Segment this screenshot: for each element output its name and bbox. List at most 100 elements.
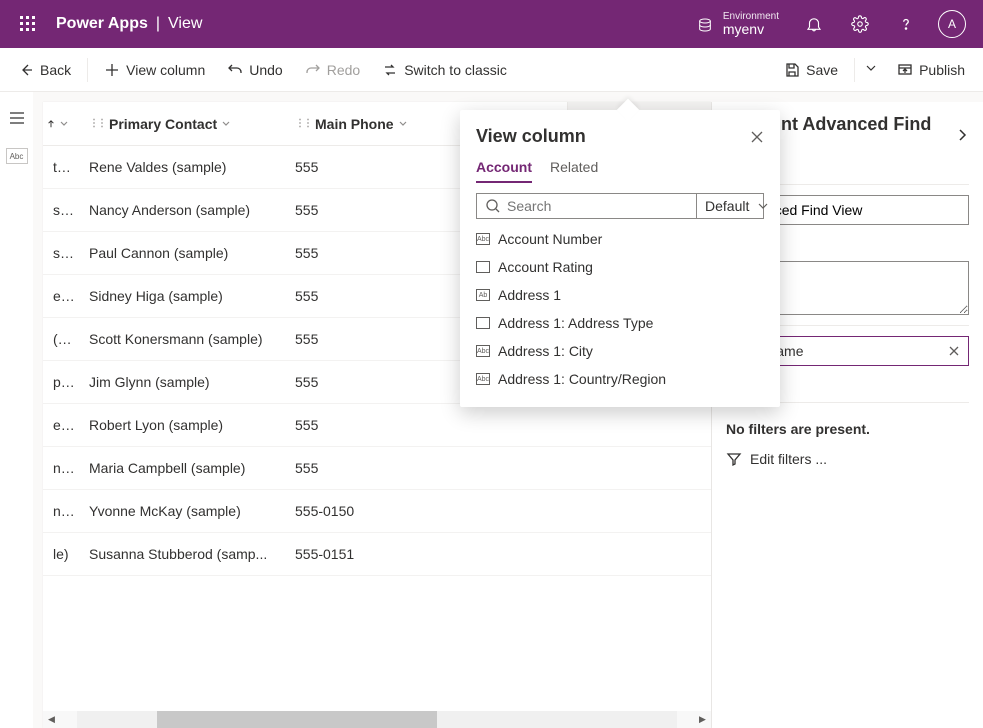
column-option[interactable]: AbcAddress 1: Country/Region xyxy=(476,365,764,393)
column-option[interactable]: Abc Address 1: City xyxy=(476,337,764,365)
scroll-thumb[interactable] xyxy=(157,711,437,728)
help-button[interactable] xyxy=(883,0,929,48)
datatype-icon: Abc xyxy=(476,345,490,357)
switch-classic-label: Switch to classic xyxy=(404,62,507,78)
table-row[interactable]: euticals (sample)Robert Lyon (sample)555 xyxy=(43,404,711,447)
environment-picker[interactable]: Environment myenv xyxy=(685,7,791,41)
datatype-icon: Abc xyxy=(476,233,490,245)
scroll-right-button[interactable]: ▶ xyxy=(694,711,711,728)
save-icon xyxy=(784,62,800,78)
column-header-main-phone[interactable]: ⋮⋮ Main Phone xyxy=(285,102,457,145)
row-phone-cell: 555 xyxy=(285,202,457,218)
row-contact-cell: Paul Cannon (sample) xyxy=(79,245,285,261)
row-phone-cell: 555-0150 xyxy=(285,503,457,519)
environment-label: Environment xyxy=(723,11,779,22)
row-name-cell: (sample) xyxy=(43,331,79,347)
row-contact-cell: Jim Glynn (sample) xyxy=(79,374,285,390)
save-dropdown-button[interactable] xyxy=(861,56,885,84)
popover-title: View column xyxy=(476,126,586,147)
chevron-down-icon xyxy=(865,62,881,78)
column-option[interactable]: AbAddress 1 xyxy=(476,281,764,309)
undo-label: Undo xyxy=(249,62,282,78)
horizontal-scrollbar[interactable]: ◀ ▶ xyxy=(43,711,711,728)
datatype-icon: Abc xyxy=(476,373,490,385)
column-option[interactable]: Abc Account Number xyxy=(476,225,764,253)
tab-account[interactable]: Account xyxy=(476,159,532,183)
redo-label: Redo xyxy=(327,62,360,78)
column-option-label: Account Number xyxy=(498,231,602,247)
hamburger-button[interactable] xyxy=(1,102,33,134)
panel-expand-button[interactable] xyxy=(955,128,969,142)
column-option-label: Address 1: City xyxy=(498,343,593,359)
sort-indicator-column[interactable] xyxy=(43,102,79,145)
row-name-cell: tion (sample) xyxy=(43,159,79,175)
column-search-input[interactable] xyxy=(507,198,688,214)
redo-button[interactable]: Redo xyxy=(295,56,370,84)
row-name-cell: euticals (sample) xyxy=(43,417,79,433)
row-contact-cell: Nancy Anderson (sample) xyxy=(79,202,285,218)
filter-icon xyxy=(726,451,742,467)
fields-button[interactable]: Abc xyxy=(6,148,28,164)
plus-icon xyxy=(104,62,120,78)
row-name-cell: nple) xyxy=(43,460,79,476)
brand-section: View xyxy=(168,15,202,33)
row-phone-cell: 555 xyxy=(285,460,457,476)
grip-icon: ⋮⋮ xyxy=(295,118,311,129)
row-name-cell: es (sample) xyxy=(43,288,79,304)
table-row[interactable]: le)Susanna Stubberod (samp...555-0151 xyxy=(43,533,711,576)
publish-label: Publish xyxy=(919,62,965,78)
column-option-label: Address 1 xyxy=(498,287,561,303)
environment-icon xyxy=(697,16,713,32)
column-option-label: Account Rating xyxy=(498,259,593,275)
sort-select-label: Default xyxy=(705,198,749,214)
column-label: Primary Contact xyxy=(109,116,217,132)
brand-separator: | xyxy=(156,15,160,33)
row-phone-cell: 555 xyxy=(285,417,457,433)
row-contact-cell: Robert Lyon (sample) xyxy=(79,417,285,433)
switch-icon xyxy=(382,62,398,78)
tab-related[interactable]: Related xyxy=(550,159,598,183)
notifications-button[interactable] xyxy=(791,0,837,48)
row-name-cell: nple) xyxy=(43,503,79,519)
column-option-label: Address 1: Address Type xyxy=(498,315,653,331)
undo-icon xyxy=(227,62,243,78)
row-name-cell: sample) xyxy=(43,202,79,218)
column-option[interactable]: Account Rating xyxy=(476,253,764,281)
column-sort-select[interactable]: Default xyxy=(696,194,777,218)
redo-icon xyxy=(305,62,321,78)
table-row[interactable]: nple)Yvonne McKay (sample)555-0150 xyxy=(43,490,711,533)
row-contact-cell: Rene Valdes (sample) xyxy=(79,159,285,175)
close-popover-button[interactable] xyxy=(750,130,764,144)
row-phone-cell: 555 xyxy=(285,374,457,390)
publish-icon xyxy=(897,62,913,78)
app-launcher-button[interactable] xyxy=(8,4,48,44)
clear-sort-button[interactable] xyxy=(948,345,960,357)
avatar: A xyxy=(938,10,966,38)
table-row[interactable]: nple)Maria Campbell (sample)555 xyxy=(43,447,711,490)
row-phone-cell: 555 xyxy=(285,288,457,304)
back-arrow-icon xyxy=(18,62,34,78)
back-label: Back xyxy=(40,62,71,78)
column-option[interactable]: Address 1: Address Type xyxy=(476,309,764,337)
settings-button[interactable] xyxy=(837,0,883,48)
switch-classic-button[interactable]: Switch to classic xyxy=(372,56,517,84)
column-header-primary-contact[interactable]: ⋮⋮ Primary Contact xyxy=(79,102,285,145)
row-name-cell: ple) xyxy=(43,374,79,390)
row-phone-cell: 555 xyxy=(285,331,457,347)
search-icon xyxy=(485,198,501,214)
account-button[interactable]: A xyxy=(929,0,975,48)
row-contact-cell: Yvonne McKay (sample) xyxy=(79,503,285,519)
chevron-down-icon xyxy=(221,119,231,129)
save-label: Save xyxy=(806,62,838,78)
save-button[interactable]: Save xyxy=(774,56,848,84)
row-name-cell: sample) xyxy=(43,245,79,261)
scroll-left-button[interactable]: ◀ xyxy=(43,711,60,728)
view-column-button[interactable]: View column xyxy=(94,56,215,84)
grip-icon: ⋮⋮ xyxy=(89,118,105,129)
back-button[interactable]: Back xyxy=(8,56,81,84)
undo-button[interactable]: Undo xyxy=(217,56,292,84)
brand-name: Power Apps xyxy=(56,15,148,33)
publish-button[interactable]: Publish xyxy=(887,56,975,84)
row-phone-cell: 555 xyxy=(285,245,457,261)
edit-filters-button[interactable]: Edit filters ... xyxy=(726,451,969,467)
